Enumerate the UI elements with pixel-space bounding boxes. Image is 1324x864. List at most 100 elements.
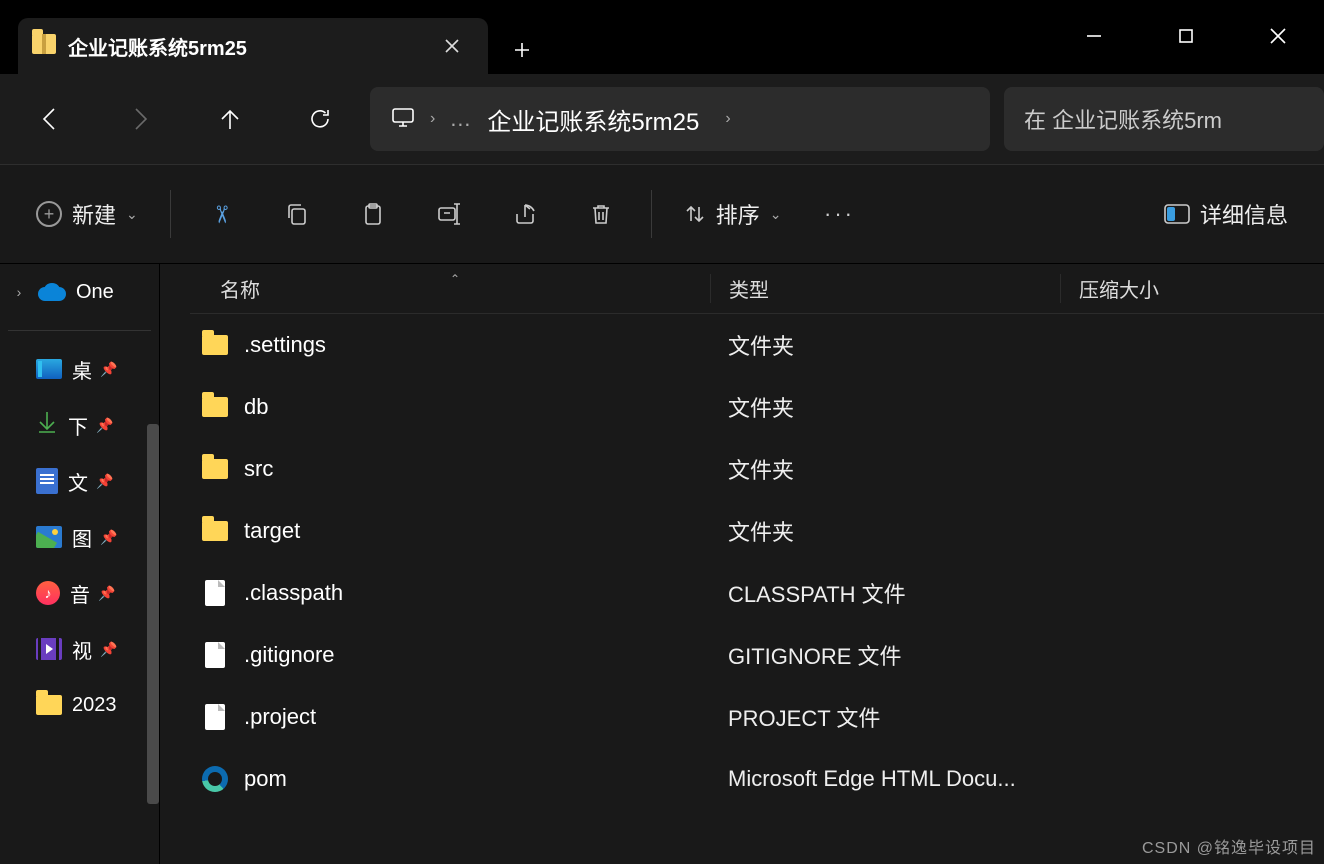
sidebar-item-label: 文 <box>68 467 88 496</box>
body: › One 桌📌下📌文📌图📌♪音📌视📌2023 名称 ⌃ 类型 压缩大小 .se… <box>0 264 1324 864</box>
desktop-icon <box>36 359 62 379</box>
address-bar[interactable]: › … 企业记账系统5rm25 › <box>370 87 990 151</box>
chevron-right-icon[interactable]: › <box>430 110 435 128</box>
sidebar-item[interactable]: 桌📌 <box>0 341 159 397</box>
pin-icon: 📌 <box>96 473 113 490</box>
column-header-size[interactable]: 压缩大小 <box>1060 274 1324 303</box>
edge-icon <box>200 764 230 794</box>
refresh-button[interactable] <box>280 89 360 149</box>
file-type: 文件夹 <box>728 458 794 483</box>
music-icon: ♪ <box>36 581 60 605</box>
sidebar-item[interactable]: 2023 <box>0 677 159 733</box>
pin-icon: 📌 <box>100 529 117 546</box>
sort-icon <box>684 203 706 225</box>
file-row[interactable]: pomMicrosoft Edge HTML Docu... <box>190 748 1324 810</box>
ellipsis-icon: ··· <box>824 201 855 227</box>
clipboard-icon <box>361 202 385 226</box>
pin-icon: 📌 <box>100 641 117 658</box>
up-button[interactable] <box>190 89 270 149</box>
scissors-icon: ✂ <box>206 204 235 224</box>
file-row[interactable]: .project PROJECT 文件 <box>190 686 1324 748</box>
chevron-right-icon[interactable]: › <box>725 110 730 128</box>
file-name: .gitignore <box>244 642 335 668</box>
file-row[interactable]: .gitignore GITIGNORE 文件 <box>190 624 1324 686</box>
minimize-button[interactable] <box>1048 10 1140 62</box>
file-name: target <box>244 518 300 544</box>
sidebar-item-label: 桌 <box>72 355 92 384</box>
copy-icon <box>285 202 309 226</box>
tab-title: 企业记账系统5rm25 <box>68 32 434 61</box>
file-name: .classpath <box>244 580 343 606</box>
rename-icon <box>436 201 462 227</box>
file-row[interactable]: db 文件夹 <box>190 376 1324 438</box>
folder-icon <box>200 454 230 484</box>
sidebar-item[interactable]: 视📌 <box>0 621 159 677</box>
file-name: .settings <box>244 332 326 358</box>
close-window-button[interactable] <box>1232 10 1324 62</box>
sidebar-item-onedrive[interactable]: › One <box>0 264 159 320</box>
watermark: CSDN @铭逸毕设项目 <box>1142 834 1316 858</box>
new-tab-button[interactable] <box>498 26 546 74</box>
plus-circle-icon: + <box>36 201 62 227</box>
file-icon <box>200 640 230 670</box>
onedrive-icon <box>38 283 66 301</box>
sidebar-item[interactable]: ♪音📌 <box>0 565 159 621</box>
sidebar-item-label: 图 <box>72 523 92 552</box>
cut-button[interactable]: ✂ <box>185 186 257 242</box>
sort-button[interactable]: 排序 ⌄ <box>666 186 800 242</box>
this-pc-icon <box>390 104 416 135</box>
view-button[interactable]: 详细信息 <box>1146 186 1306 242</box>
copy-button[interactable] <box>261 186 333 242</box>
pin-icon: 📌 <box>100 361 117 378</box>
paste-button[interactable] <box>337 186 409 242</box>
window-controls <box>1048 10 1324 74</box>
breadcrumb-ellipsis[interactable]: … <box>449 106 473 132</box>
file-row[interactable]: .settings文件夹 <box>190 314 1324 376</box>
new-button[interactable]: + 新建 ⌄ <box>18 186 156 242</box>
sidebar-item[interactable]: 图📌 <box>0 509 159 565</box>
breadcrumb-current[interactable]: 企业记账系统5rm25 <box>487 102 699 137</box>
rename-button[interactable] <box>413 186 485 242</box>
search-box[interactable]: 在 企业记账系统5rm <box>1004 87 1324 151</box>
file-type: 文件夹 <box>728 520 794 545</box>
pin-icon: 📌 <box>98 585 115 602</box>
close-tab-button[interactable] <box>434 28 470 64</box>
share-button[interactable] <box>489 186 561 242</box>
document-icon <box>36 468 58 494</box>
more-button[interactable]: ··· <box>804 186 876 242</box>
maximize-button[interactable] <box>1140 10 1232 62</box>
file-name: src <box>244 456 273 482</box>
file-row[interactable]: .classpathCLASSPATH 文件 <box>190 562 1324 624</box>
sidebar-item[interactable]: 下📌 <box>0 397 159 453</box>
sidebar-scrollbar[interactable] <box>147 424 159 804</box>
trash-icon <box>589 202 613 226</box>
file-row[interactable]: src 文件夹 <box>190 438 1324 500</box>
file-list-pane: 名称 ⌃ 类型 压缩大小 .settings文件夹db文件夹src文件夹targ… <box>160 264 1324 864</box>
image-icon <box>36 526 62 548</box>
file-name: .project <box>244 704 316 730</box>
file-name: pom <box>244 766 287 792</box>
sidebar-item[interactable]: 文📌 <box>0 453 159 509</box>
titlebar: 企业记账系统5rm25 <box>0 0 1324 74</box>
navigation-bar: › … 企业记账系统5rm25 › 在 企业记账系统5rm <box>0 74 1324 164</box>
file-name: db <box>244 394 268 420</box>
column-header-type[interactable]: 类型 <box>710 274 1060 303</box>
back-button[interactable] <box>10 89 90 149</box>
column-header-name[interactable]: 名称 ⌃ <box>190 274 710 303</box>
file-type: 文件夹 <box>728 396 794 421</box>
zip-folder-icon <box>32 34 56 58</box>
navigation-pane[interactable]: › One 桌📌下📌文📌图📌♪音📌视📌2023 <box>0 264 160 864</box>
chevron-right-icon: › <box>10 284 28 300</box>
forward-button[interactable] <box>100 89 180 149</box>
pin-icon: 📌 <box>96 417 113 434</box>
delete-button[interactable] <box>565 186 637 242</box>
file-row[interactable]: target 文件夹 <box>190 500 1324 562</box>
active-tab[interactable]: 企业记账系统5rm25 <box>18 18 488 74</box>
download-icon <box>36 410 58 440</box>
share-icon <box>513 202 537 226</box>
file-type: GITIGNORE 文件 <box>728 644 902 669</box>
command-bar: + 新建 ⌄ ✂ 排序 ⌄ ··· 详细信息 <box>0 164 1324 264</box>
details-view-icon <box>1164 204 1190 224</box>
separator <box>170 190 171 238</box>
file-type: PROJECT 文件 <box>728 706 880 731</box>
